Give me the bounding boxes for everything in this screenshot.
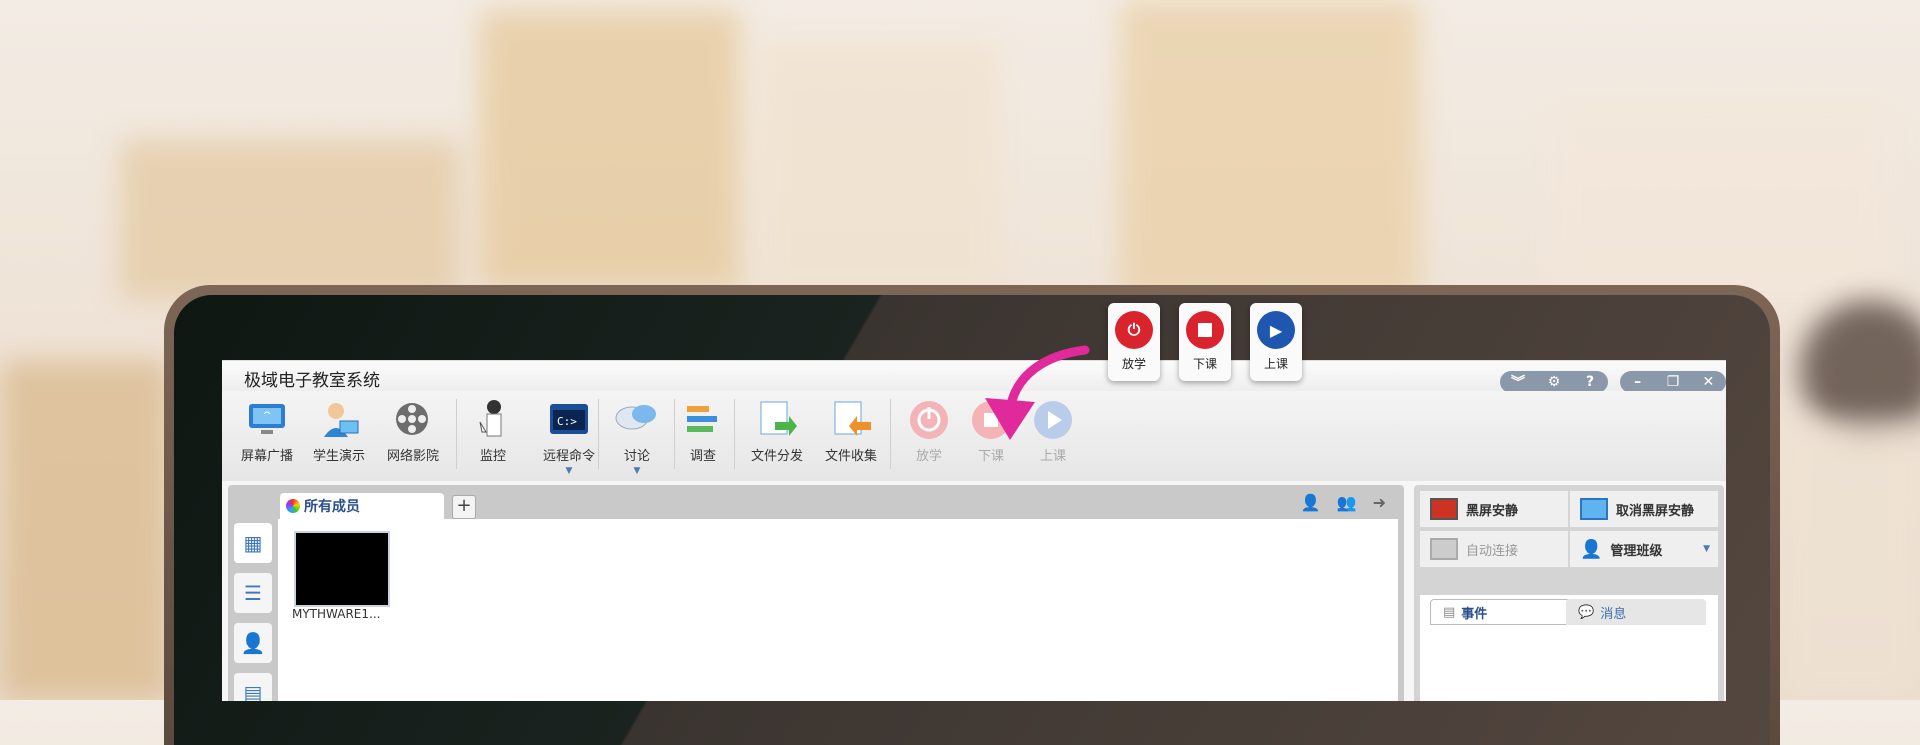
- chat-bubbles-icon: [614, 397, 660, 443]
- list-view-icon[interactable]: ☰: [234, 573, 272, 613]
- survey-icon: [680, 397, 726, 443]
- float-dismiss-button[interactable]: ⏻ 放学: [1108, 303, 1160, 381]
- auto-connect-label: 自动连接: [1466, 543, 1519, 559]
- black-screen-label: 黑屏安静: [1466, 503, 1519, 519]
- stop-icon: [1186, 311, 1224, 349]
- tab-all-members[interactable]: 所有成员: [280, 493, 444, 519]
- end-class-label: 下课: [977, 449, 1004, 464]
- play-icon: ▶: [1257, 311, 1295, 349]
- monitor-person-icon: [470, 397, 516, 443]
- power-icon: ⏻: [1115, 311, 1153, 349]
- help-icon[interactable]: ?: [1579, 374, 1601, 390]
- float-dismiss-label: 放学: [1121, 357, 1146, 371]
- survey-label: 调查: [689, 449, 716, 464]
- user-remove-icon[interactable]: 👤: [234, 623, 272, 663]
- add-group-button[interactable]: +: [452, 495, 476, 519]
- student-thumbnail[interactable]: [294, 531, 390, 607]
- document-icon: ▤: [1443, 604, 1456, 620]
- color-wheel-icon: [286, 499, 300, 513]
- group-actions: 👤 👥 ➜: [1301, 493, 1386, 512]
- monitor-button[interactable]: 监控: [458, 391, 528, 464]
- student-area: 所有成员 + 👤 👥 ➜ ▦ ☰ 👤 ▤ MYTHWARE1...: [228, 485, 1404, 701]
- cancel-black-screen-label: 取消黑屏安静: [1616, 503, 1695, 519]
- window-controls[interactable]: – ❐ ✕: [1620, 371, 1726, 393]
- black-screen-icon: [1430, 498, 1458, 520]
- minimize-icon[interactable]: –: [1627, 374, 1649, 390]
- chevron-down-icon[interactable]: ▼: [534, 466, 604, 476]
- monitor-label: 监控: [479, 449, 506, 464]
- chevron-down-icon[interactable]: ▼: [602, 466, 672, 476]
- discuss-label: 讨论: [623, 449, 650, 464]
- right-panel: 黑屏安静 取消黑屏安静 自动连接 👤 管理班级 ▼ ▤ 事件 💬 消息: [1414, 485, 1724, 701]
- file-send-icon: [754, 397, 800, 443]
- add-member-icon[interactable]: 👤: [1301, 493, 1321, 512]
- gear-icon[interactable]: ⚙: [1543, 374, 1565, 390]
- screen-broadcast-label: 屏幕广播: [240, 449, 293, 464]
- tab-all-members-label: 所有成员: [304, 499, 360, 515]
- file-collect-button[interactable]: 文件收集: [816, 391, 886, 464]
- cancel-black-screen-button[interactable]: 取消黑屏安静: [1570, 491, 1718, 527]
- close-icon[interactable]: ✕: [1697, 374, 1719, 390]
- net-video-button[interactable]: 网络影院: [378, 391, 448, 464]
- remote-command-label: 远程命令: [542, 449, 595, 464]
- app-title: 极域电子教室系统: [244, 371, 380, 391]
- student-name: MYTHWARE1...: [292, 607, 381, 621]
- float-end-class-button[interactable]: 下课: [1179, 303, 1231, 381]
- discuss-button[interactable]: 讨论 ▼: [602, 391, 672, 476]
- arrow-right-icon[interactable]: ➜: [1373, 493, 1386, 512]
- start-class-label: 上课: [1039, 449, 1066, 464]
- file-collect-label: 文件收集: [824, 449, 877, 464]
- dismiss-button[interactable]: 放学: [894, 391, 964, 464]
- black-screen-button[interactable]: 黑屏安静: [1420, 491, 1568, 527]
- dismiss-label: 放学: [915, 449, 942, 464]
- tab-messages[interactable]: 💬 消息: [1566, 599, 1706, 625]
- film-reel-icon: [390, 397, 436, 443]
- member-settings-icon[interactable]: 👥: [1337, 493, 1357, 512]
- student-demo-icon: [316, 397, 362, 443]
- auto-connect-icon: [1430, 538, 1458, 560]
- student-grid: MYTHWARE1...: [278, 519, 1398, 701]
- remote-command-button[interactable]: C:> 远程命令 ▼: [534, 391, 604, 476]
- tab-events[interactable]: ▤ 事件: [1430, 599, 1570, 625]
- student-demo-label: 学生演示: [312, 449, 365, 464]
- collapse-icon[interactable]: ︾: [1507, 372, 1529, 392]
- terminal-icon: C:>: [546, 397, 592, 443]
- file-collect-icon: [828, 397, 874, 443]
- tab-messages-label: 消息: [1600, 606, 1627, 622]
- file-distribute-button[interactable]: 文件分发: [742, 391, 812, 464]
- screen-broadcast-button[interactable]: 屏幕广播: [232, 391, 302, 464]
- tab-events-label: 事件: [1461, 606, 1488, 622]
- screen-broadcast-icon: [244, 397, 290, 443]
- file-distribute-label: 文件分发: [750, 449, 803, 464]
- view-switcher: ▦ ☰ 👤 ▤: [234, 523, 274, 701]
- thumbnail-view-icon[interactable]: ▦: [234, 523, 272, 563]
- float-start-class-label: 上课: [1263, 357, 1288, 371]
- document-icon[interactable]: ▤: [234, 673, 272, 701]
- users-icon: 👤: [1580, 538, 1603, 560]
- power-icon: [906, 397, 952, 443]
- student-demo-button[interactable]: 学生演示: [304, 391, 374, 464]
- net-video-label: 网络影院: [386, 449, 439, 464]
- auto-connect-button[interactable]: 自动连接: [1420, 531, 1568, 567]
- manage-class-button[interactable]: 👤 管理班级 ▼: [1570, 531, 1718, 567]
- message-icon: 💬: [1578, 604, 1595, 620]
- group-tabs: 所有成员 + 👤 👥 ➜: [228, 485, 1404, 519]
- pointer-arrow-icon: [985, 345, 1090, 440]
- menu-controls[interactable]: ︾ ⚙ ?: [1500, 371, 1608, 393]
- float-start-class-button[interactable]: ▶ 上课: [1250, 303, 1302, 381]
- svg-text:C:>: C:>: [557, 415, 577, 428]
- manage-class-label: 管理班级: [1610, 543, 1663, 559]
- survey-button[interactable]: 调查: [668, 391, 738, 464]
- restore-icon[interactable]: ❐: [1662, 374, 1684, 390]
- float-end-class-label: 下课: [1192, 357, 1217, 371]
- event-message-tabs: ▤ 事件 💬 消息: [1420, 595, 1718, 701]
- chevron-down-icon[interactable]: ▼: [1703, 544, 1710, 554]
- monitor-icon: [1580, 498, 1608, 520]
